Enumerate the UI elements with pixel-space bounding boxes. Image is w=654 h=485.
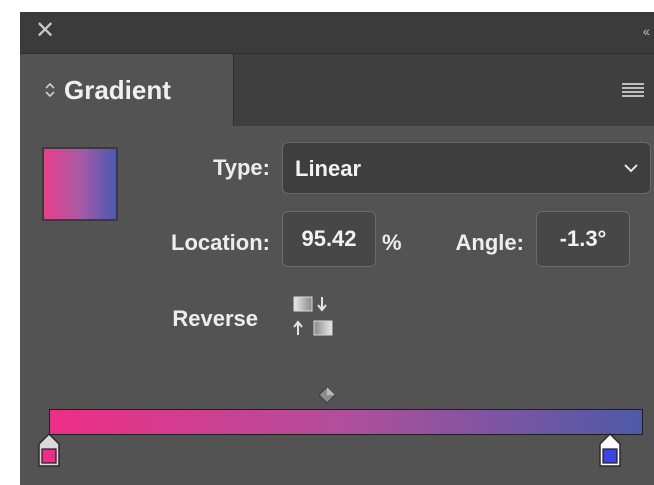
gradient-slider-bar[interactable]	[49, 409, 643, 435]
panel-title: Gradient	[64, 75, 171, 105]
gradient-stop-start[interactable]	[38, 433, 60, 467]
type-label: Type:	[212, 155, 270, 180]
collapse-panel-icon[interactable]: ‹‹	[643, 23, 650, 39]
panel-title-bar: ✕ ‹‹	[20, 13, 654, 54]
chevron-down-icon	[624, 164, 638, 173]
updown-toggle-icon[interactable]	[44, 81, 56, 99]
diamond-midpoint-icon[interactable]	[318, 386, 336, 404]
location-value: 95.42	[301, 226, 357, 251]
location-input[interactable]: 95.42	[282, 211, 376, 267]
angle-label: Angle:	[455, 230, 524, 255]
location-label: Location:	[171, 230, 270, 255]
gradient-type-select[interactable]: Linear	[282, 142, 651, 194]
angle-value: -1.3°	[559, 226, 607, 251]
hamburger-menu-icon[interactable]	[622, 83, 644, 97]
angle-input[interactable]: -1.3°	[536, 211, 630, 267]
gradient-type-value: Linear	[295, 156, 362, 181]
reverse-label: Reverse	[172, 306, 258, 331]
panel-tab-row: Gradient	[20, 54, 654, 126]
percent-sign: %	[382, 230, 402, 255]
gradient-stop-end[interactable]	[599, 433, 621, 467]
reverse-gradient-icon[interactable]	[292, 295, 338, 339]
gradient-preview-swatch[interactable]	[42, 147, 118, 221]
gradient-panel: ✕ ‹‹ Gradient Type: Linear Location: 95.…	[20, 12, 654, 485]
tab-gradient[interactable]: Gradient	[20, 54, 234, 126]
close-icon[interactable]: ✕	[34, 19, 56, 43]
